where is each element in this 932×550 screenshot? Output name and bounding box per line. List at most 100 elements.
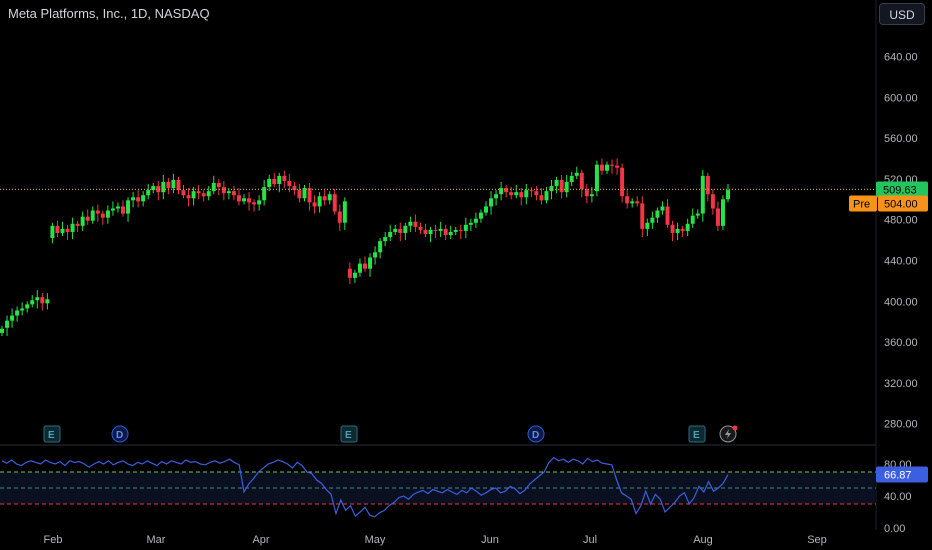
candle-body	[625, 196, 630, 204]
last-price-label: 509.63	[883, 184, 917, 196]
candle-body	[544, 191, 549, 201]
month-label: Jun	[481, 534, 499, 546]
candle-body	[226, 191, 231, 194]
candle-body	[610, 164, 615, 166]
candle-body	[141, 195, 146, 202]
candle-body	[60, 228, 65, 233]
candle-body	[307, 188, 312, 203]
chart-title: Meta Platforms, Inc., 1D, NASDAQ	[8, 6, 210, 21]
candle-body	[121, 206, 125, 214]
candle-body	[5, 320, 10, 328]
candle-body	[105, 210, 110, 218]
candle-body	[504, 188, 509, 193]
dividend-marker-label: D	[532, 430, 539, 441]
candle-body	[393, 228, 398, 232]
candle-body	[25, 304, 30, 309]
candle-body	[110, 208, 115, 211]
candle-body	[620, 167, 625, 197]
price-tick-label: 320.00	[884, 378, 918, 390]
candle-body	[75, 223, 80, 226]
candle-body	[574, 172, 579, 176]
rsi-value-label: 66.87	[884, 470, 912, 482]
candle-body	[413, 221, 418, 227]
candle-body	[55, 225, 60, 233]
candle-body	[186, 195, 191, 199]
candle-body	[715, 208, 720, 226]
currency-button[interactable]: USD	[879, 3, 925, 25]
candle-body	[267, 178, 272, 188]
candle-body	[347, 268, 352, 278]
candle-body	[418, 226, 423, 230]
candle-body	[131, 197, 136, 201]
candle-body	[327, 194, 332, 201]
candle-body	[277, 175, 282, 185]
candle-body	[554, 179, 559, 187]
candle-body	[453, 229, 458, 232]
alert-dot	[732, 425, 738, 431]
candle-body	[368, 257, 373, 269]
candle-body	[322, 196, 327, 201]
candle-body	[166, 181, 171, 189]
candle-body	[539, 195, 544, 201]
candle-body	[146, 190, 151, 196]
candle-body	[247, 198, 252, 203]
candle-body	[272, 178, 277, 185]
month-label: Mar	[147, 534, 166, 546]
month-label: Aug	[693, 534, 713, 546]
candle-body	[650, 217, 655, 223]
candle-body	[448, 231, 453, 235]
candle-body	[484, 206, 488, 213]
candle-body	[489, 198, 494, 207]
candle-body	[605, 164, 609, 171]
candle-body	[136, 197, 141, 202]
candle-body	[0, 328, 4, 333]
earnings-marker-label: E	[693, 430, 700, 441]
candle-body	[494, 194, 499, 199]
candle-body	[20, 308, 25, 311]
candle-body	[509, 192, 514, 196]
candle-body	[95, 210, 100, 214]
price-tick-label: 360.00	[884, 337, 918, 349]
candle-body	[388, 231, 393, 238]
candle-body	[221, 187, 226, 194]
candle-body	[680, 228, 685, 231]
rsi-tick-label: 0.00	[884, 523, 905, 535]
price-tick-label: 280.00	[884, 419, 918, 431]
candle-body	[478, 212, 483, 219]
month-label: Sep	[807, 534, 827, 546]
candle-body	[433, 229, 438, 231]
candle-body	[428, 229, 433, 234]
candle-body	[630, 201, 635, 204]
candle-body	[115, 206, 120, 209]
candle-body	[599, 164, 604, 171]
candle-body	[569, 175, 574, 182]
candle-body	[35, 297, 40, 301]
candle-body	[615, 165, 620, 168]
candle-body	[645, 222, 650, 229]
candle-body	[534, 191, 539, 196]
candle-body	[312, 202, 317, 207]
candle-body	[176, 179, 181, 191]
candle-body	[720, 199, 725, 226]
candle-body	[468, 222, 473, 225]
candle-body	[710, 194, 715, 209]
candle-body	[342, 201, 347, 223]
candle-body	[660, 206, 665, 211]
candle-body	[252, 202, 257, 205]
candle-body	[584, 189, 589, 197]
candle-body	[383, 237, 388, 242]
candle-body	[236, 195, 241, 202]
candles-group	[0, 158, 730, 336]
candle-body	[675, 228, 680, 233]
candle-body	[30, 300, 35, 305]
candle-body	[685, 223, 690, 231]
candle-body	[357, 263, 362, 273]
price-tick-label: 640.00	[884, 52, 918, 64]
candle-body	[337, 211, 342, 223]
candle-body	[191, 191, 196, 199]
candle-body	[282, 175, 287, 181]
candle-body	[458, 229, 463, 231]
chart-canvas[interactable]: 640.00600.00560.00520.00480.00440.00400.…	[0, 0, 932, 550]
candle-body	[705, 175, 710, 195]
candle-body	[529, 190, 534, 192]
